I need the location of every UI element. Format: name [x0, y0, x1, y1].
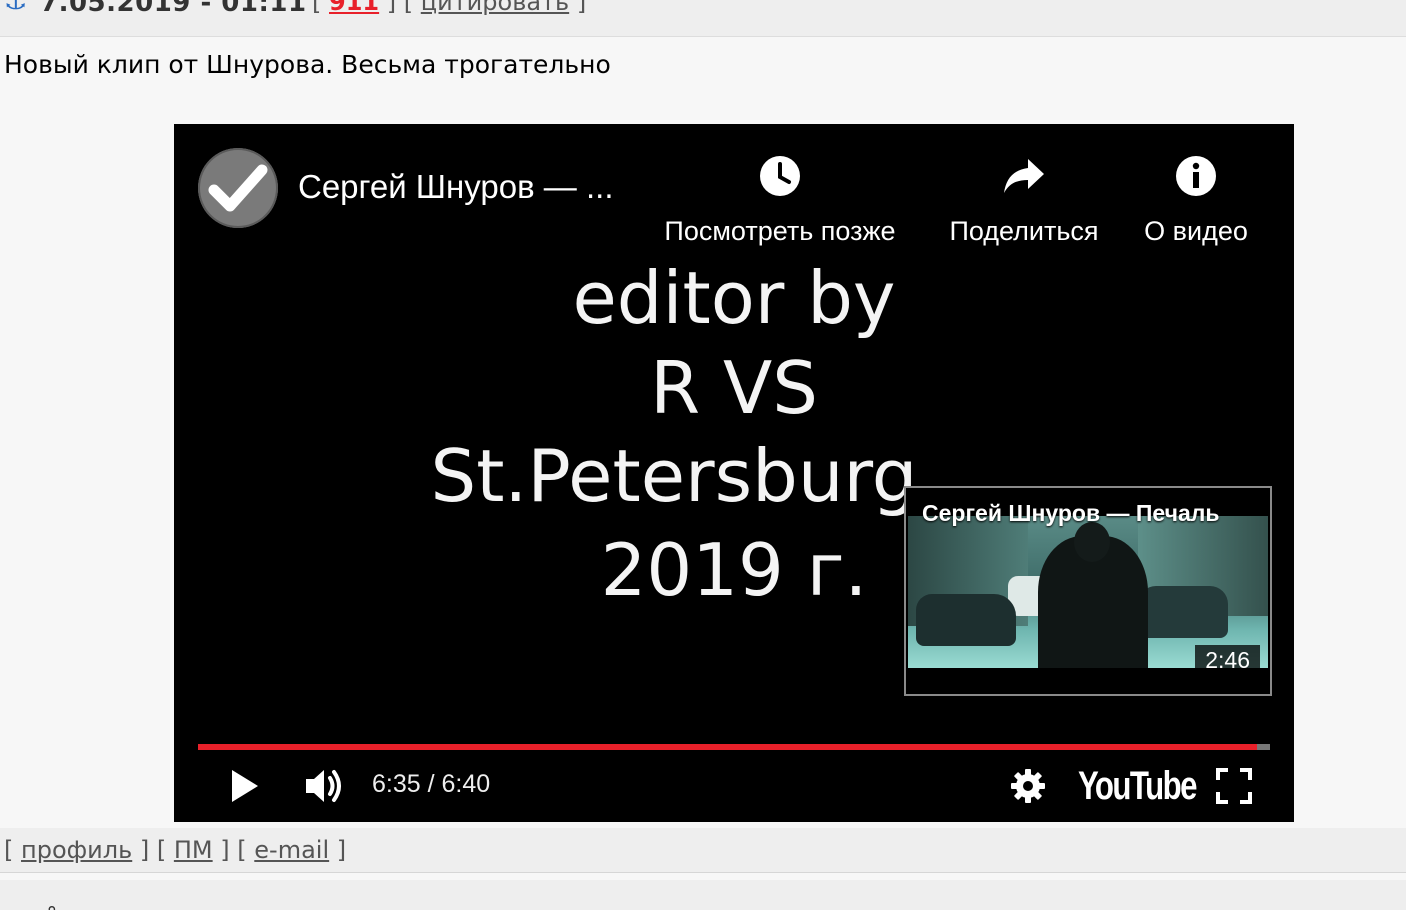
overlay-line-1: editor by: [572, 256, 896, 340]
share-icon: [1004, 159, 1044, 193]
watch-later-label: Посмотреть позже: [664, 216, 896, 246]
email-link[interactable]: e-mail: [254, 836, 329, 864]
play-icon: [232, 770, 258, 802]
settings-button[interactable]: [1010, 764, 1046, 808]
bracket: ] [: [139, 836, 167, 864]
play-button[interactable]: [228, 764, 260, 808]
profile-link[interactable]: профиль: [21, 836, 132, 864]
info-icon: [1176, 156, 1216, 196]
pm-link[interactable]: ПМ: [174, 836, 213, 864]
watch-later-button[interactable]: Посмотреть позже: [652, 150, 908, 247]
bracket: ] [: [220, 836, 247, 864]
post-header: ⚓ 7.05.2019 - 01:11 [ 911 ] [ цитировать…: [0, 0, 1406, 37]
next-post-date-cut: ⚓: [40, 902, 63, 910]
footer-links: [ профиль ] [ ПМ ] [ e-mail ]: [4, 836, 346, 864]
share-button[interactable]: Поделиться: [942, 150, 1106, 247]
checkmark-icon: [208, 164, 268, 212]
youtube-player[interactable]: Сергей Шнуров — ... Посмотреть позже Под…: [174, 124, 1294, 822]
quote-link[interactable]: цитировать: [421, 0, 569, 16]
bracket: [: [4, 836, 14, 864]
end-card-title: Сергей Шнуров — Печаль: [922, 500, 1220, 526]
bracket: ]: [336, 836, 347, 864]
bracket: ]: [576, 0, 587, 16]
next-post-header: ⚓: [0, 880, 1406, 910]
end-card-duration: 2:46: [1195, 645, 1260, 676]
clock-icon: [760, 156, 800, 196]
post-number-link[interactable]: 911: [329, 0, 379, 16]
gear-icon: [1011, 769, 1045, 803]
progress-bar[interactable]: [198, 744, 1270, 750]
post-date: 7.05.2019 - 01:11: [40, 0, 307, 18]
about-video-button[interactable]: О видео: [1138, 150, 1254, 247]
overlay-line-2: R VS: [650, 346, 818, 430]
share-label: Поделиться: [949, 216, 1099, 246]
channel-avatar[interactable]: [198, 148, 278, 228]
volume-button[interactable]: [304, 764, 346, 808]
time-display: 6:35 / 6:40: [372, 770, 491, 798]
youtube-logo[interactable]: YouTube: [1078, 764, 1197, 809]
fullscreen-icon: [1216, 768, 1252, 804]
fullscreen-button[interactable]: [1216, 764, 1252, 808]
post-footer: [ профиль ] [ ПМ ] [ e-mail ]: [0, 828, 1406, 873]
about-video-label: О видео: [1144, 216, 1248, 246]
video-title[interactable]: Сергей Шнуров — ...: [298, 168, 613, 206]
bracket: ] [: [386, 0, 414, 16]
volume-icon: [306, 770, 341, 802]
anchor-icon[interactable]: ⚓: [4, 0, 27, 16]
bracket: [: [312, 0, 322, 16]
post-meta: [ 911 ] [ цитировать ]: [312, 0, 586, 16]
end-card-video[interactable]: Сергей Шнуров — Печаль 2:46: [904, 486, 1272, 696]
progress-fill: [198, 744, 1258, 750]
post-text: Новый клип от Шнурова. Весьма трогательн…: [4, 50, 611, 79]
